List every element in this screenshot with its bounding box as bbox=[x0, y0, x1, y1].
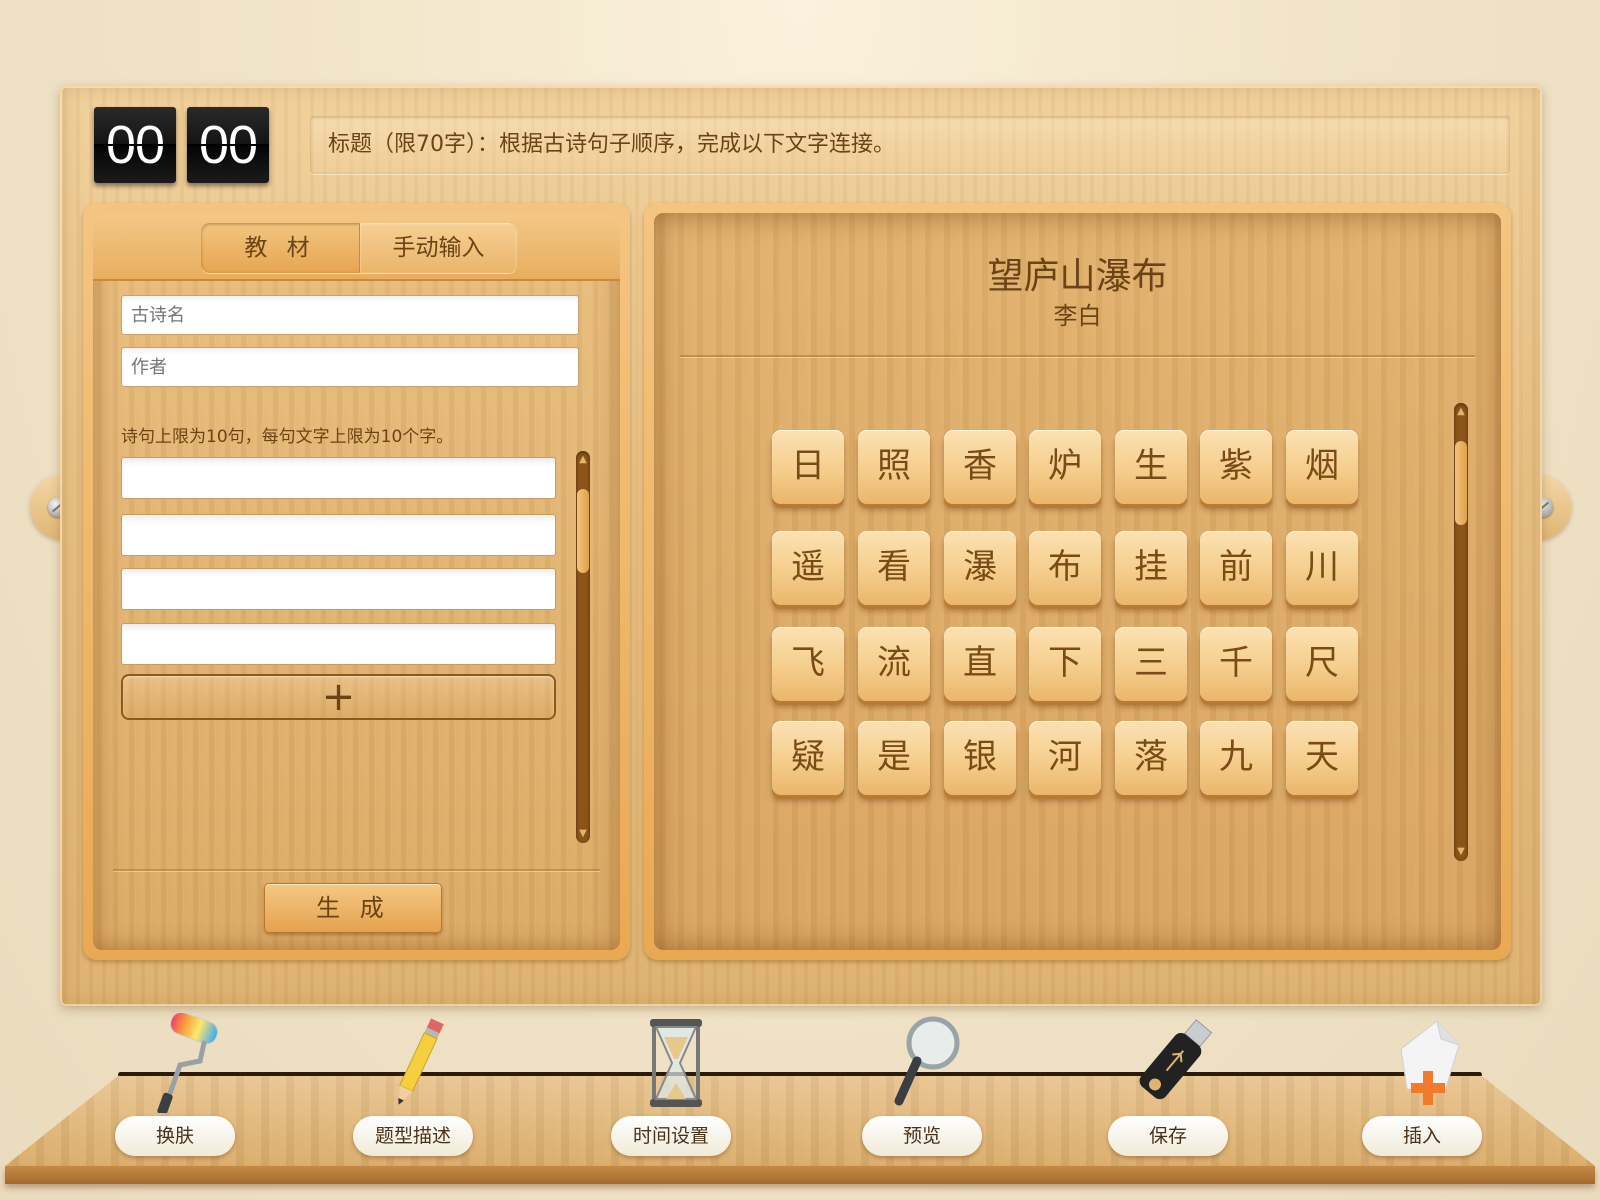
poem-line-input-4[interactable] bbox=[121, 623, 556, 665]
source-tab-switch: 教 材 手动输入 bbox=[201, 223, 517, 273]
insert-label: 插入 bbox=[1362, 1116, 1482, 1156]
left-panel-divider bbox=[113, 869, 600, 871]
time-setting-label: 时间设置 bbox=[611, 1116, 731, 1156]
char-tile[interactable]: 是 bbox=[858, 721, 930, 795]
char-tile[interactable]: 下 bbox=[1029, 627, 1101, 701]
char-tile[interactable]: 布 bbox=[1029, 531, 1101, 605]
preview-divider bbox=[680, 355, 1475, 357]
preview-button[interactable]: 预览 bbox=[862, 1013, 982, 1163]
left-panel-header: 教 材 手动输入 bbox=[93, 213, 620, 281]
poem-name-input[interactable] bbox=[121, 295, 579, 335]
char-tile[interactable]: 尺 bbox=[1286, 627, 1358, 701]
char-tile[interactable]: 紫 bbox=[1200, 430, 1272, 504]
char-tile[interactable]: 烟 bbox=[1286, 430, 1358, 504]
paint-roller-icon bbox=[157, 1013, 218, 1113]
insert-button[interactable]: 插入 bbox=[1362, 1013, 1482, 1163]
time-setting-button[interactable]: 时间设置 bbox=[611, 1013, 731, 1163]
preview-label: 预览 bbox=[862, 1116, 982, 1156]
char-tile[interactable]: 前 bbox=[1200, 531, 1272, 605]
toolbar-shelf bbox=[5, 1076, 1595, 1178]
hourglass-icon bbox=[650, 1019, 702, 1107]
poem-line-input-2[interactable] bbox=[121, 514, 556, 556]
char-tile[interactable]: 天 bbox=[1286, 721, 1358, 795]
char-tile[interactable]: 三 bbox=[1115, 627, 1187, 701]
magnifier-icon bbox=[894, 1016, 960, 1106]
char-tile[interactable]: 落 bbox=[1115, 721, 1187, 795]
poem-line-input-1[interactable] bbox=[121, 457, 556, 499]
poem-line-input-3[interactable] bbox=[121, 568, 556, 610]
insert-page-icon bbox=[1400, 1020, 1460, 1105]
char-tile[interactable]: 看 bbox=[858, 531, 930, 605]
char-tile[interactable]: 直 bbox=[944, 627, 1016, 701]
preview-scrollbar[interactable]: ▲ ▼ bbox=[1454, 403, 1468, 861]
question-title-field[interactable]: 标题（限70字）：根据古诗句子顺序，完成以下文字连接。 bbox=[310, 116, 1510, 174]
poem-title: 望庐山瀑布 bbox=[987, 256, 1168, 297]
timer-seconds: 00 bbox=[187, 107, 269, 183]
char-tile[interactable]: 日 bbox=[772, 430, 844, 504]
skin-button[interactable]: 换肤 bbox=[115, 1013, 235, 1163]
poem-author: 李白 bbox=[1053, 302, 1102, 330]
timer-minutes: 00 bbox=[94, 107, 176, 183]
char-tile[interactable]: 飞 bbox=[772, 627, 844, 701]
tab-textbook[interactable]: 教 材 bbox=[201, 223, 359, 273]
usb-drive-icon bbox=[1139, 1019, 1213, 1100]
char-tile[interactable]: 河 bbox=[1029, 721, 1101, 795]
char-tile[interactable]: 遥 bbox=[772, 531, 844, 605]
add-line-button[interactable]: + bbox=[121, 674, 556, 720]
char-tile[interactable]: 挂 bbox=[1115, 531, 1187, 605]
char-tile[interactable]: 流 bbox=[858, 627, 930, 701]
char-tile[interactable]: 香 bbox=[944, 430, 1016, 504]
char-tile[interactable]: 九 bbox=[1200, 721, 1272, 795]
line-limit-note: 诗句上限为10句，每句文字上限为10个字。 bbox=[121, 427, 454, 447]
scroll-up-arrow-icon[interactable]: ▲ bbox=[1454, 405, 1468, 419]
pencil-icon bbox=[398, 1018, 444, 1105]
scroll-up-arrow-icon[interactable]: ▲ bbox=[576, 453, 590, 467]
scrollbar-thumb[interactable] bbox=[577, 489, 589, 573]
tab-manual-input[interactable]: 手动输入 bbox=[359, 223, 517, 273]
char-tile[interactable]: 生 bbox=[1115, 430, 1187, 504]
preview-panel: 望庐山瀑布 李白 日 照 香 炉 生 紫 烟 遥 看 瀑 布 挂 前 川 飞 流… bbox=[654, 213, 1501, 950]
question-description-label: 题型描述 bbox=[353, 1116, 473, 1156]
char-tile[interactable]: 照 bbox=[858, 430, 930, 504]
char-tile[interactable]: 疑 bbox=[772, 721, 844, 795]
scroll-down-arrow-icon[interactable]: ▼ bbox=[1454, 845, 1468, 859]
lines-scrollbar[interactable]: ▲ ▼ bbox=[576, 451, 590, 843]
shelf-front-edge bbox=[5, 1166, 1595, 1184]
question-description-button[interactable]: 题型描述 bbox=[353, 1013, 473, 1163]
scrollbar-thumb[interactable] bbox=[1455, 441, 1467, 525]
scroll-down-arrow-icon[interactable]: ▼ bbox=[576, 827, 590, 841]
char-tile[interactable]: 千 bbox=[1200, 627, 1272, 701]
char-tile[interactable]: 炉 bbox=[1029, 430, 1101, 504]
save-label: 保存 bbox=[1108, 1116, 1228, 1156]
author-input[interactable] bbox=[121, 347, 579, 387]
char-tile[interactable]: 瀑 bbox=[944, 531, 1016, 605]
skin-label: 换肤 bbox=[115, 1116, 235, 1156]
generate-button[interactable]: 生 成 bbox=[264, 883, 442, 933]
char-tile[interactable]: 银 bbox=[944, 721, 1016, 795]
char-tile[interactable]: 川 bbox=[1286, 531, 1358, 605]
save-button[interactable]: 保存 bbox=[1108, 1013, 1228, 1163]
left-panel: 教 材 手动输入 诗句上限为10句，每句文字上限为10个字。 + ▲ ▼ 生 成 bbox=[93, 213, 620, 950]
